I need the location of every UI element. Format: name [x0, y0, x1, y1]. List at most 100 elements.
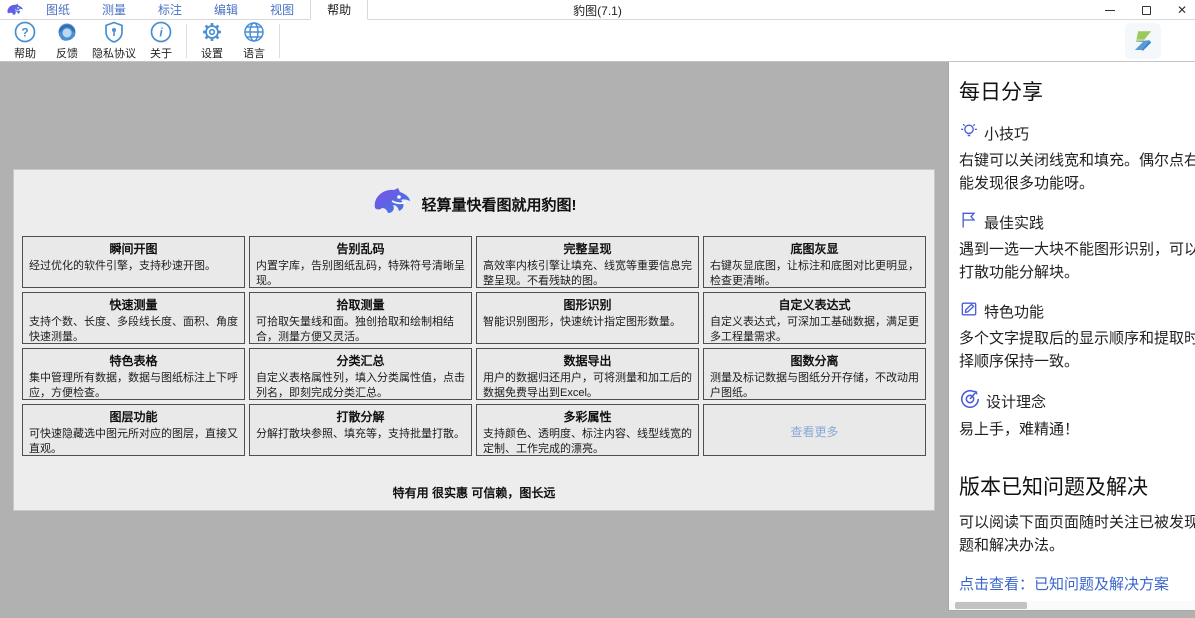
known-issues-link[interactable]: 点击查看：已知问题及解决方案 [959, 573, 1195, 594]
close-button[interactable]: ✕ [1175, 3, 1189, 17]
card-title: 打散分解 [256, 408, 465, 425]
feature-card-explode: 打散分解 分解打散块参照、填充等，支持批量打散。 [249, 404, 472, 456]
tab-view[interactable]: 视图 [254, 0, 310, 19]
tip-best-practice: 最佳实践 遇到一选一大块不能图形识别，可以 打散功能分解块。 [959, 210, 1195, 284]
help-circle-icon: ? [13, 20, 37, 44]
feature-card-data-separation: 图数分离 测量及标记数据与图纸分开存储，不改动用户图纸。 [703, 348, 926, 400]
card-desc: 内置字库，告别图纸乱码，特殊符号清晰呈现。 [256, 259, 465, 288]
sidebar-title: 每日分享 [959, 76, 1195, 106]
card-title: 快速测量 [29, 296, 238, 313]
tab-edit[interactable]: 编辑 [198, 0, 254, 19]
daily-share-sidebar: 每日分享 小技巧 右键可以关闭线宽和填充。偶尔点右 能发现很多功能呀。 最佳实践 [948, 62, 1195, 611]
drawing-canvas[interactable]: 轻算量快看图就用豹图! 瞬间开图 经过优化的软件引擎，支持秒速开图。 告别乱码 … [0, 62, 948, 617]
card-title: 自定义表达式 [710, 296, 919, 313]
feature-card-grid: 瞬间开图 经过优化的软件引擎，支持秒速开图。 告别乱码 内置字库，告别图纸乱码，… [14, 232, 934, 456]
tab-measure[interactable]: 测量 [86, 0, 142, 19]
lightbulb-icon [959, 121, 979, 145]
language-button[interactable]: 语言 [233, 19, 275, 63]
tip-text: 多个文字提取后的显示顺序和提取时 [959, 327, 1195, 350]
feature-card-colorful-attributes: 多彩属性 支持颜色、透明度、标注内容、线型线宽的定制、工作完成的漂亮。 [476, 404, 699, 456]
feature-card-no-garbled: 告别乱码 内置字库，告别图纸乱码，特殊符号清晰呈现。 [249, 236, 472, 288]
tool-label: 反馈 [56, 45, 78, 61]
tool-label: 关于 [150, 45, 172, 61]
card-desc: 分解打散块参照、填充等，支持批量打散。 [256, 427, 465, 442]
tip-title: 特色功能 [984, 301, 1044, 322]
tip-title: 小技巧 [984, 123, 1029, 144]
toolbar-separator [186, 24, 187, 58]
tip-special-feature: 特色功能 多个文字提取后的显示顺序和提取时 择顺序保持一致。 [959, 299, 1195, 373]
card-title: 底图灰显 [710, 240, 919, 257]
app-leopard-logo-icon [0, 0, 30, 19]
card-desc: 自定义表格属性列，填入分类属性值，点击列名，即刻完成分类汇总。 [256, 371, 465, 400]
help-button[interactable]: ? 帮助 [4, 19, 46, 63]
feature-card-classify-summary: 分类汇总 自定义表格属性列，填入分类属性值，点击列名，即刻完成分类汇总。 [249, 348, 472, 400]
feature-card-full-render: 完整呈现 高效率内核引擎让填充、线宽等重要信息完整呈现。不看残缺的图。 [476, 236, 699, 288]
feature-card-instant-open: 瞬间开图 经过优化的软件引擎，支持秒速开图。 [22, 236, 245, 288]
card-title: 瞬间开图 [29, 240, 238, 257]
tip-small-trick: 小技巧 右键可以关闭线宽和填充。偶尔点右 能发现很多功能呀。 [959, 121, 1195, 195]
card-title: 特色表格 [29, 352, 238, 369]
card-title: 分类汇总 [256, 352, 465, 369]
feature-card-gray-base: 底图灰显 右键灰显底图，让标注和底图对比更明显，检查更清晰。 [703, 236, 926, 288]
title-bar: 图纸 测量 标注 编辑 视图 帮助 豹图(7.1) ✕ [0, 0, 1195, 20]
leopard-logo-icon [372, 186, 412, 223]
panel-footer-slogan: 特有用 很实惠 可信赖，图长远 [14, 484, 934, 501]
card-desc: 支持颜色、透明度、标注内容、线型线宽的定制、工作完成的漂亮。 [483, 427, 692, 456]
issues-text: 可以阅读下面页面随时关注已被发现 [959, 511, 1195, 534]
card-desc: 右键灰显底图，让标注和底图对比更明显，检查更清晰。 [710, 259, 919, 288]
svg-text:?: ? [21, 25, 28, 39]
feature-card-pick-measure: 拾取测量 可拾取矢量线和面。独创拾取和绘制相结合，测量方便又灵活。 [249, 292, 472, 344]
s-zigzag-logo-icon[interactable] [1125, 23, 1161, 59]
known-issues-title: 版本已知问题及解决 [959, 471, 1195, 501]
tab-annotate[interactable]: 标注 [142, 0, 198, 19]
toolbar-separator [279, 24, 280, 58]
tool-label: 隐私协议 [92, 45, 136, 61]
see-more-card[interactable]: 查看更多 [703, 404, 926, 456]
welcome-panel: 轻算量快看图就用豹图! 瞬间开图 经过优化的软件引擎，支持秒速开图。 告别乱码 … [14, 170, 934, 510]
card-title: 图层功能 [29, 408, 238, 425]
tool-label: 设置 [201, 45, 223, 61]
target-icon [959, 388, 981, 414]
tip-text: 能发现很多功能呀。 [959, 172, 1195, 195]
card-desc: 可拾取矢量线和面。独创拾取和绘制相结合，测量方便又灵活。 [256, 315, 465, 344]
tab-help[interactable]: 帮助 [310, 0, 368, 20]
info-circle-icon: i [149, 20, 173, 44]
issues-text: 题和解决办法。 [959, 534, 1195, 557]
tip-text: 易上手，难精通！ [959, 418, 1195, 441]
card-desc: 支持个数、长度、多段线长度、面积、角度快速测量。 [29, 315, 238, 344]
card-title: 完整呈现 [483, 240, 692, 257]
tab-drawing[interactable]: 图纸 [30, 0, 86, 19]
headset-icon [55, 20, 79, 44]
tip-text: 打散功能分解块。 [959, 261, 1195, 284]
tip-text: 择顺序保持一致。 [959, 350, 1195, 373]
card-desc: 用户的数据归还用户，可将测量和加工后的数据免费导出到Excel。 [483, 371, 692, 400]
card-desc: 集中管理所有数据，数据与图纸标注上下呼应，方便检查。 [29, 371, 238, 400]
feature-card-special-table: 特色表格 集中管理所有数据，数据与图纸标注上下呼应，方便检查。 [22, 348, 245, 400]
tip-design-philosophy: 设计理念 易上手，难精通！ [959, 388, 1195, 441]
settings-button[interactable]: 设置 [191, 19, 233, 63]
minimize-button[interactable] [1103, 3, 1117, 17]
privacy-policy-button[interactable]: 隐私协议 [88, 19, 140, 63]
feature-card-data-export: 数据导出 用户的数据归还用户，可将测量和加工后的数据免费导出到Excel。 [476, 348, 699, 400]
feature-card-shape-recognition: 图形识别 智能识别图形，快速统计指定图形数量。 [476, 292, 699, 344]
about-button[interactable]: i 关于 [140, 19, 182, 63]
feedback-button[interactable]: 反馈 [46, 19, 88, 63]
tip-text: 遇到一选一大块不能图形识别，可以 [959, 238, 1195, 261]
workspace: 轻算量快看图就用豹图! 瞬间开图 经过优化的软件引擎，支持秒速开图。 告别乱码 … [0, 62, 1195, 617]
tool-label: 帮助 [14, 45, 36, 61]
see-more-link[interactable]: 查看更多 [790, 423, 838, 440]
scrollbar-thumb[interactable] [955, 602, 1027, 609]
tip-title: 最佳实践 [984, 212, 1044, 233]
sidebar-horizontal-scrollbar[interactable] [949, 601, 1195, 610]
feature-card-custom-expression: 自定义表达式 自定义表达式，可深加工基础数据，满足更多工程量需求。 [703, 292, 926, 344]
card-desc: 经过优化的软件引擎，支持秒速开图。 [29, 259, 238, 274]
window-controls: ✕ [1103, 0, 1189, 20]
card-desc: 自定义表达式，可深加工基础数据，满足更多工程量需求。 [710, 315, 919, 344]
feature-card-layer-function: 图层功能 可快速隐藏选中图元所对应的图层，直接又直观。 [22, 404, 245, 456]
card-desc: 测量及标记数据与图纸分开存储，不改动用户图纸。 [710, 371, 919, 400]
maximize-button[interactable] [1139, 3, 1153, 17]
card-title: 告别乱码 [256, 240, 465, 257]
card-title: 图形识别 [483, 296, 692, 313]
card-desc: 智能识别图形，快速统计指定图形数量。 [483, 315, 692, 330]
card-title: 图数分离 [710, 352, 919, 369]
